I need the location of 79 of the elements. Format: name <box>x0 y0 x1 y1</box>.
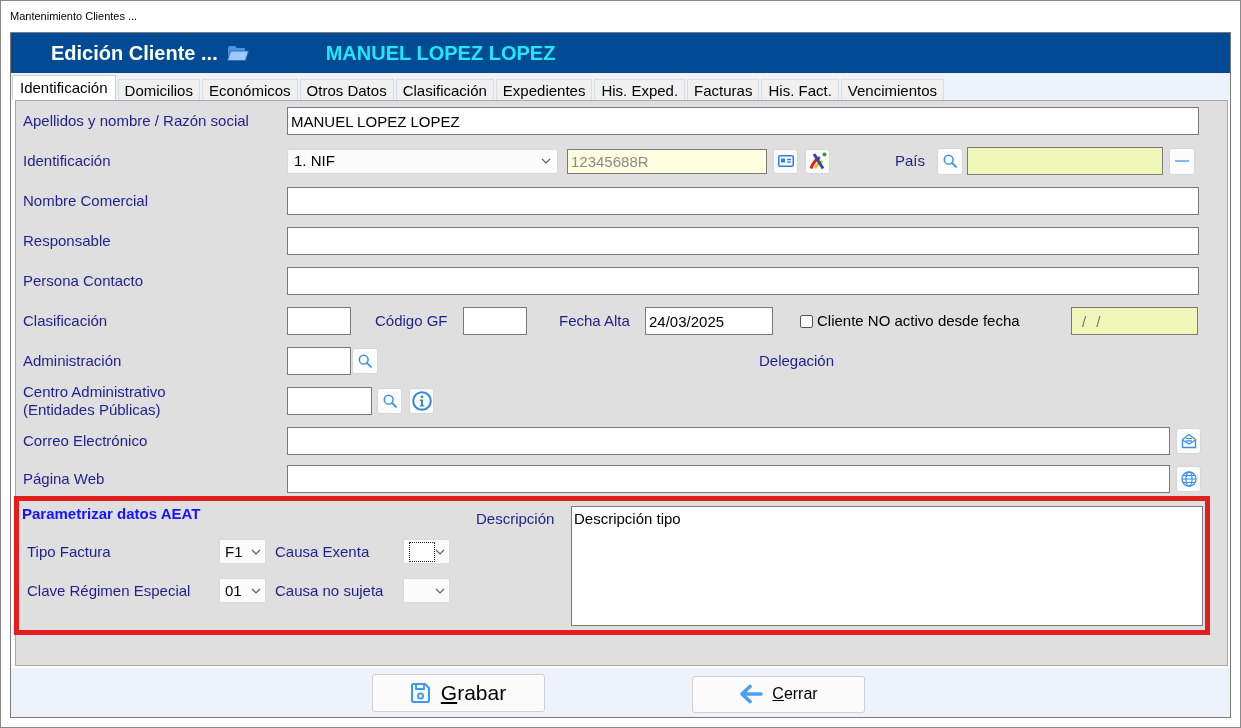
logo-button[interactable] <box>805 148 830 174</box>
text-field[interactable] <box>287 187 1199 215</box>
tab[interactable]: His. Exped. <box>594 79 686 100</box>
text-field[interactable]: MANUEL LOPEZ LOPEZ <box>287 107 1199 135</box>
field-label: Causa Exenta <box>275 542 370 560</box>
tab[interactable]: Expedientes <box>495 79 593 100</box>
field-label: Clasificación <box>23 312 108 330</box>
arrow-left-icon <box>739 684 764 704</box>
save-button[interactable]: Grabar <box>372 673 545 712</box>
search-button[interactable] <box>352 348 378 374</box>
caret-icon <box>251 587 261 594</box>
search-icon <box>358 354 372 368</box>
close-button[interactable]: Cerrar <box>692 675 865 713</box>
text-field[interactable] <box>287 387 372 415</box>
text-field[interactable] <box>287 427 1170 455</box>
checkbox-label: Cliente NO activo desde fecha <box>817 310 1020 331</box>
code-dropdown[interactable]: 01 <box>219 578 266 603</box>
checkbox[interactable] <box>800 314 813 328</box>
field-label: Nombre Comercial <box>23 192 149 210</box>
field-label: Descripción <box>476 510 555 527</box>
tab[interactable]: Clasificación <box>395 79 494 100</box>
minus-icon <box>1175 160 1189 162</box>
field-label: Clave Régimen Especial <box>27 581 191 599</box>
tab[interactable]: Económicos <box>201 79 298 100</box>
id-card-icon <box>777 155 794 167</box>
cross-logo-icon <box>808 152 827 170</box>
caret-icon <box>435 587 445 594</box>
field-label: Responsable <box>23 232 111 250</box>
client-name: MANUEL LOPEZ LOPEZ <box>325 41 556 66</box>
info-button[interactable] <box>409 388 434 414</box>
tab[interactable]: His. Fact. <box>761 79 839 100</box>
field-label: Página Web <box>23 469 105 488</box>
info-icon <box>411 391 432 411</box>
tab[interactable]: Otros Datos <box>299 79 394 100</box>
text-field[interactable] <box>287 267 1199 295</box>
window-title: Mantenimiento Clientes ... <box>10 9 138 25</box>
id-card-button[interactable] <box>773 148 798 174</box>
field-label: Fecha Alta <box>559 312 630 329</box>
mail-icon <box>1180 433 1197 449</box>
search-button[interactable] <box>937 147 963 175</box>
field-label: Delegación <box>759 352 835 369</box>
form-title: Edición Cliente ... <box>51 41 218 66</box>
text-field[interactable] <box>287 307 351 335</box>
text-field[interactable] <box>463 307 527 335</box>
globe-button[interactable] <box>1176 465 1201 492</box>
text-field[interactable] <box>287 347 351 375</box>
caret-icon <box>251 548 261 555</box>
search-icon <box>382 394 397 408</box>
mail-button[interactable] <box>1176 428 1201 454</box>
focus-outline-icon <box>409 541 435 562</box>
date-field[interactable]: 24/03/2025 <box>645 307 773 335</box>
tab[interactable]: Domicilios <box>117 79 200 100</box>
code-dropdown[interactable] <box>403 539 450 564</box>
search-button[interactable] <box>377 388 402 414</box>
description-field[interactable]: Descripción tipo <box>571 506 1203 626</box>
caret-icon <box>435 548 445 555</box>
field-label: Administración <box>23 352 122 370</box>
code-dropdown[interactable]: F1 <box>219 539 266 564</box>
search-icon <box>943 154 957 168</box>
field-label: Causa no sujeta <box>275 581 384 599</box>
tab[interactable]: Identificación <box>12 75 116 100</box>
field-label: Apellidos y nombre / Razón social <box>23 112 249 130</box>
field-label: País <box>895 152 925 169</box>
field-label: Persona Contacto <box>23 272 144 290</box>
field-label: Código GF <box>375 312 448 329</box>
folder-icon <box>226 44 249 62</box>
field-label: Centro Administrativo (Entidades Públicas) <box>23 383 166 419</box>
globe-icon <box>1180 470 1197 487</box>
date-field[interactable]: / / <box>1071 307 1198 335</box>
tab[interactable]: Vencimientos <box>840 79 945 100</box>
country-field[interactable] <box>967 147 1163 175</box>
tab[interactable]: Facturas <box>687 79 760 100</box>
section-title: Parametrizar datos AEAT <box>22 503 201 524</box>
field-label: Identificación <box>23 152 111 170</box>
caret-icon <box>541 158 551 164</box>
field-label: Correo Electrónico <box>23 432 148 450</box>
text-field[interactable] <box>287 227 1199 255</box>
text-field[interactable] <box>287 464 1170 493</box>
field-label: Tipo Factura <box>27 542 111 560</box>
